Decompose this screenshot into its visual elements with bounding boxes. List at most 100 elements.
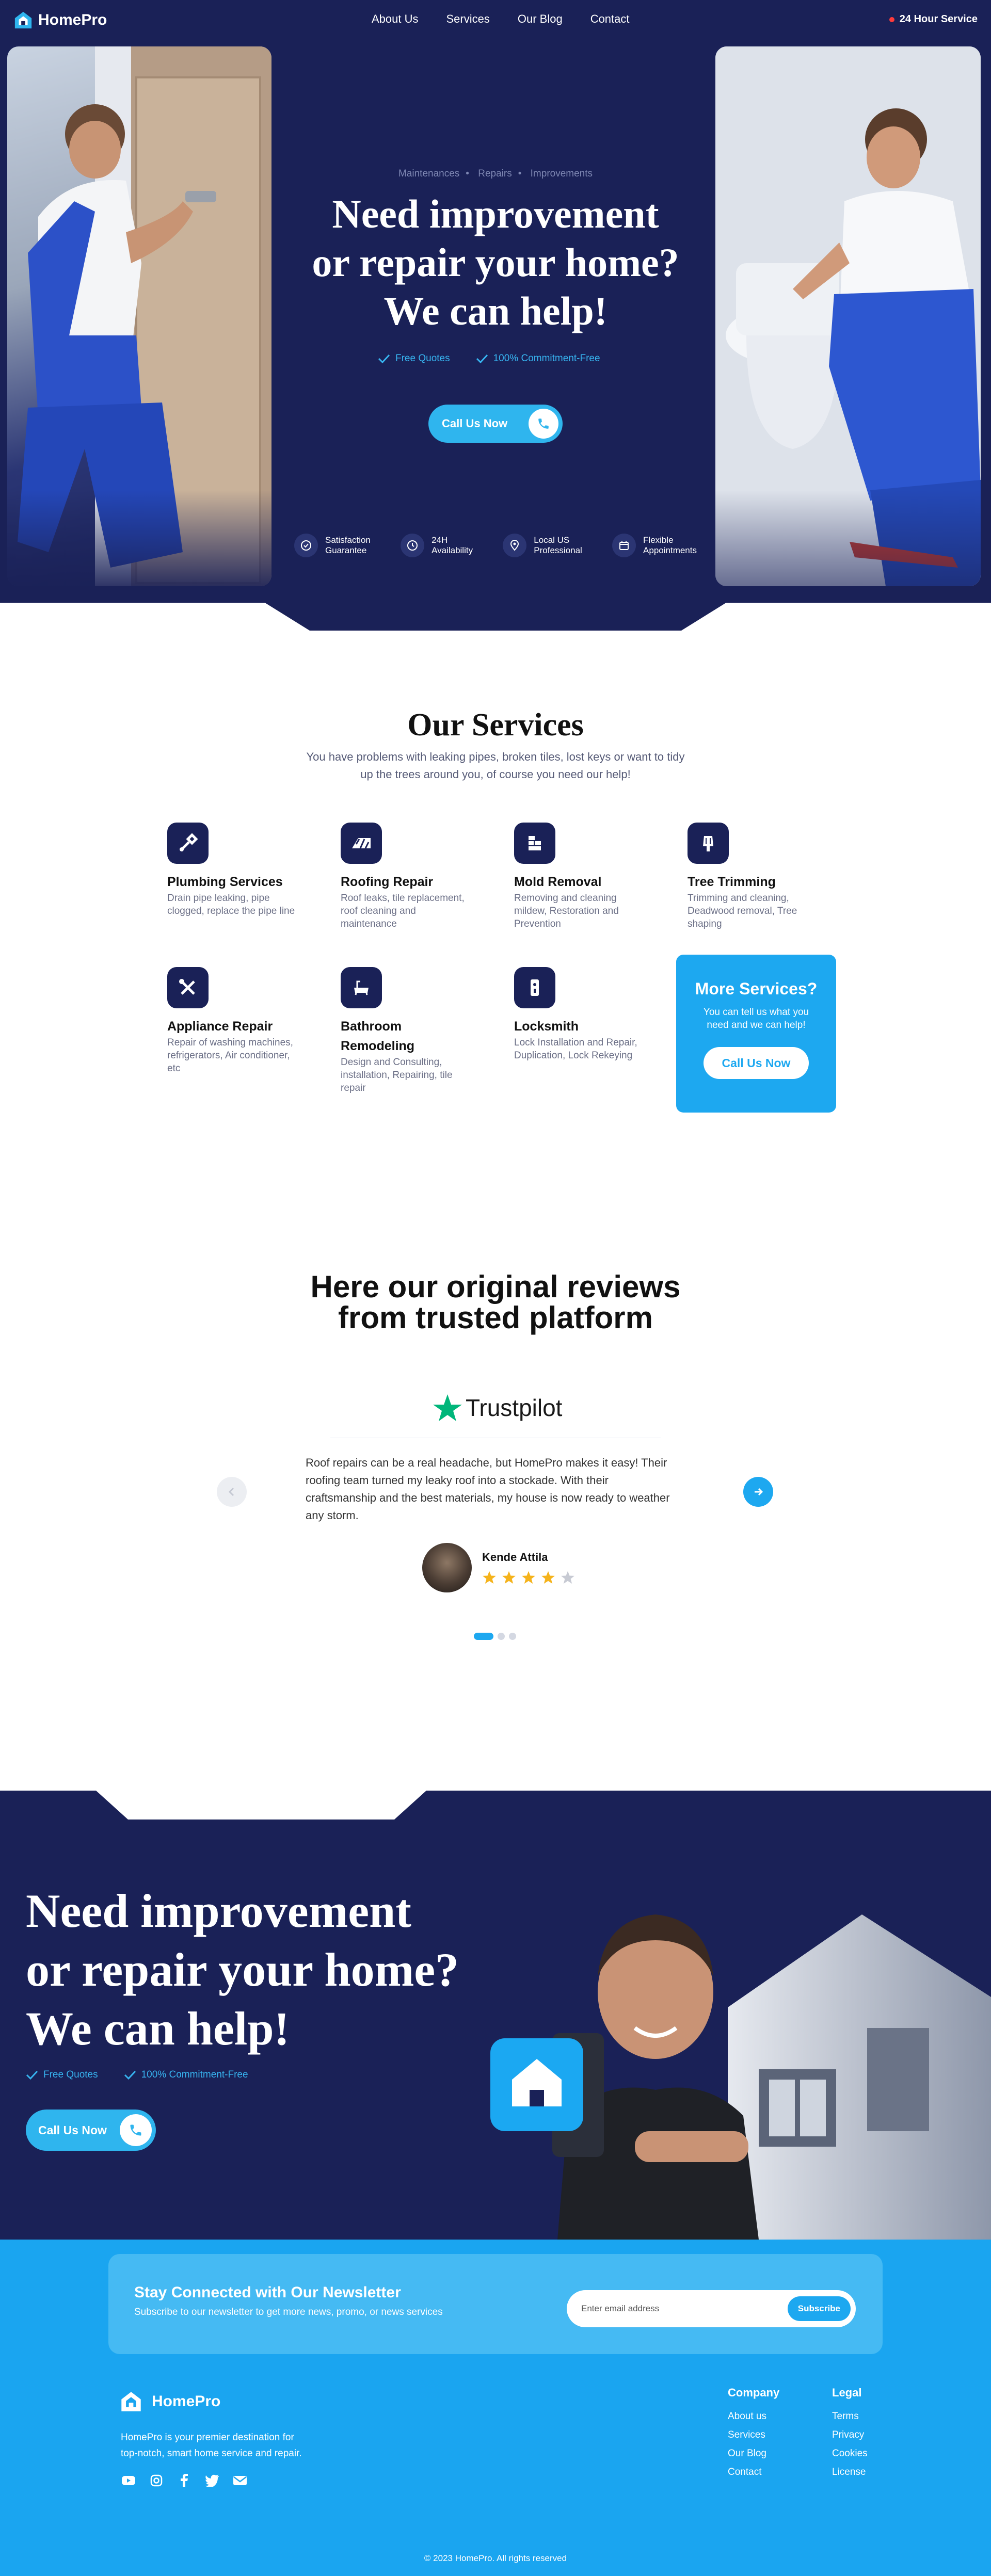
- trustpilot-star-icon: [433, 1394, 462, 1421]
- breadcrumb-improvements: Improvements: [530, 168, 593, 179]
- email-field[interactable]: [581, 2304, 788, 2314]
- footer-logo[interactable]: HomePro: [120, 2390, 220, 2413]
- service-desc: Drain pipe leaking, pipe clogged, replace…: [167, 893, 295, 916]
- service-card-bathroom[interactable]: Bathroom Remodeling Design and Consulting…: [341, 967, 480, 1094]
- reviews-title: Here our original reviews from trusted p…: [0, 1271, 991, 1333]
- service-label: 24 Hour Service: [899, 13, 978, 25]
- nav-our-blog[interactable]: Our Blog: [518, 12, 563, 26]
- bathtub-icon: [341, 967, 382, 1008]
- checkmark-icon: [26, 2070, 38, 2080]
- cta-checks: Free Quotes 100% Commitment-Free: [26, 2069, 248, 2081]
- service-card-roofing[interactable]: Roofing Repair Roof leaks, tile replacem…: [341, 823, 480, 930]
- avatar: [422, 1543, 472, 1592]
- twitter-icon[interactable]: [204, 2473, 220, 2488]
- service-desc: Design and Consulting, installation, Repa…: [341, 1057, 453, 1093]
- more-services-call-button[interactable]: Call Us Now: [704, 1047, 809, 1079]
- service-title: Roofing Repair: [341, 875, 434, 889]
- reviews-title-line: from trusted platform: [338, 1300, 653, 1335]
- mail-icon[interactable]: [232, 2473, 248, 2488]
- feature-line: Local US: [534, 535, 570, 545]
- star-empty-icon: [561, 1571, 574, 1584]
- pipe-icon: [167, 823, 209, 864]
- hero-section: HomePro About Us Services Our Blog Conta…: [0, 0, 991, 603]
- worker-door-illustration: [7, 46, 271, 586]
- carousel-dot[interactable]: [498, 1633, 505, 1640]
- checkmark-icon: [378, 354, 390, 364]
- review-prev-button[interactable]: [217, 1477, 247, 1507]
- trustpilot-logo: Trustpilot: [433, 1393, 562, 1422]
- feature-line: Flexible: [643, 535, 674, 545]
- footer-about: HomePro is your premier destination for t…: [121, 2432, 302, 2459]
- arrow-left-icon: [228, 1487, 234, 1496]
- hero-title-line: We can help!: [383, 288, 608, 333]
- newsletter-title: Stay Connected with Our Newsletter: [134, 2284, 401, 2301]
- hero-call-button[interactable]: Call Us Now: [428, 405, 563, 443]
- feature-line: Guarantee: [325, 545, 367, 555]
- check-label: 100% Commitment-Free: [493, 353, 600, 364]
- footer-link-license[interactable]: License: [832, 2467, 868, 2478]
- star-filled-icon: [502, 1571, 516, 1584]
- service-card-appliance[interactable]: Appliance Repair Repair of washing machi…: [167, 967, 307, 1075]
- carousel-dot[interactable]: [509, 1633, 516, 1640]
- social-links: [121, 2473, 248, 2488]
- breadcrumb-maintenances: Maintenances: [398, 168, 460, 179]
- star-filled-icon: [483, 1571, 496, 1584]
- nav-services[interactable]: Services: [446, 12, 490, 26]
- service-desc: Trimming and cleaning, Deadwood removal, …: [688, 893, 797, 929]
- worker-with-phone-illustration: [490, 1914, 991, 2240]
- youtube-icon[interactable]: [121, 2473, 136, 2488]
- instagram-icon[interactable]: [149, 2473, 164, 2488]
- service-desc: Repair of washing machines, refrigerators…: [167, 1037, 293, 1074]
- newsletter-form: Subscribe: [567, 2290, 856, 2327]
- review-next-button[interactable]: [743, 1477, 773, 1507]
- breadcrumb-repairs: Repairs: [478, 168, 512, 179]
- footer-link-privacy[interactable]: Privacy: [832, 2429, 868, 2441]
- feature-line: Satisfaction: [325, 535, 371, 545]
- service-title: Mold Removal: [514, 875, 602, 889]
- nav-contact[interactable]: Contact: [590, 12, 630, 26]
- hero-title: Need improvement or repair your home? We…: [289, 190, 702, 335]
- platform-name: Trustpilot: [466, 1394, 563, 1421]
- service-desc: Lock Installation and Repair, Duplication…: [514, 1037, 637, 1061]
- footer-link-services[interactable]: Services: [728, 2429, 779, 2441]
- phone-icon: [529, 409, 558, 439]
- hour-service-badge[interactable]: 24 Hour Service: [889, 13, 978, 25]
- subscribe-button[interactable]: Subscribe: [787, 2296, 851, 2321]
- brand-name: HomePro: [38, 11, 107, 28]
- cta-call-button[interactable]: Call Us Now: [26, 2110, 156, 2151]
- feature-line: 24H: [431, 535, 448, 545]
- check-commitment-free: 100% Commitment-Free: [476, 353, 600, 364]
- cta-top-notch: [96, 1791, 426, 1820]
- reviewer-name: Kende Attila: [482, 1551, 548, 1564]
- checkmark-icon: [124, 2070, 136, 2080]
- cta-section: Need improvement or repair your home? We…: [0, 1791, 991, 2240]
- carousel-dots: [474, 1633, 516, 1640]
- nav-about-us[interactable]: About Us: [372, 12, 419, 26]
- hero-features: Satisfaction Guarantee 24H Availability Lo…: [294, 534, 697, 557]
- carousel-dot[interactable]: [474, 1633, 493, 1640]
- service-card-mold[interactable]: Mold Removal Removing and cleaning mildew…: [514, 823, 653, 930]
- footer-link-cookies[interactable]: Cookies: [832, 2448, 868, 2459]
- footer-link-contact[interactable]: Contact: [728, 2467, 779, 2478]
- subtitle-line: You have problems with leaking pipes, br…: [306, 750, 685, 763]
- tools-icon: [167, 967, 209, 1008]
- service-card-plumbing[interactable]: Plumbing Services Drain pipe leaking, pi…: [167, 823, 307, 917]
- reviews-title-line: Here our original reviews: [310, 1269, 681, 1304]
- footer-link-about-us[interactable]: About us: [728, 2411, 779, 2422]
- footer-link-our-blog[interactable]: Our Blog: [728, 2448, 779, 2459]
- more-services-desc: You can tell us what you need and we can …: [703, 1007, 809, 1031]
- service-card-locksmith[interactable]: Locksmith Lock Installation and Repair, D…: [514, 967, 653, 1062]
- rating-stars: [482, 1570, 575, 1585]
- brand-logo[interactable]: HomePro: [13, 10, 107, 30]
- hero-checks: Free Quotes 100% Commitment-Free: [378, 353, 600, 364]
- hero-title-line: Need improvement: [332, 191, 659, 236]
- facebook-icon[interactable]: [177, 2473, 192, 2488]
- service-title: Tree Trimming: [688, 875, 776, 889]
- brand-name: HomePro: [152, 2393, 221, 2410]
- copyright: © 2023 HomePro. All rights reserved: [424, 2553, 567, 2563]
- checkmark-icon: [476, 354, 488, 364]
- bricks-icon: [514, 823, 555, 864]
- service-card-tree[interactable]: Tree Trimming Trimming and cleaning, Dead…: [688, 823, 827, 930]
- phone-icon: [120, 2114, 152, 2146]
- footer-link-terms[interactable]: Terms: [832, 2411, 868, 2422]
